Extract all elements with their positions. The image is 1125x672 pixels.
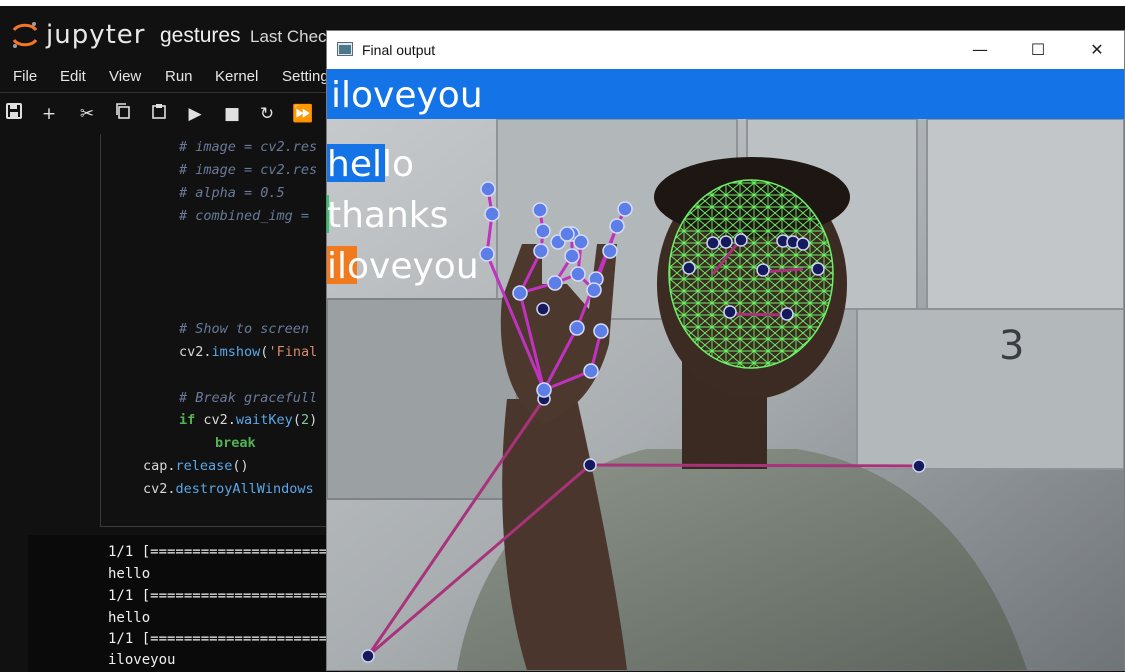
- code-line: cv2.destroyAllWindows: [143, 481, 314, 497]
- code-line: # image = cv2.res: [179, 162, 318, 178]
- jupyter-logo-text: jupyter: [46, 20, 146, 50]
- close-icon[interactable]: ✕: [1085, 39, 1109, 61]
- code-line: # Show to screen: [179, 321, 310, 337]
- locker-door: [856, 308, 1124, 470]
- code-line: # combined_img =: [179, 208, 318, 224]
- run-icon[interactable]: ▶: [183, 102, 207, 126]
- window-title: Final output: [362, 42, 436, 58]
- locker-door: [926, 118, 1124, 310]
- code-cell[interactable]: # image = cv2.res # image = cv2.res # al…: [100, 134, 361, 527]
- menu-edit[interactable]: Edit: [60, 68, 86, 85]
- output-line: 1/1 [=====================: [108, 631, 328, 647]
- output-line: hello: [108, 566, 151, 582]
- output-line: hello: [108, 610, 151, 626]
- action-label-thanks: thanks: [327, 195, 448, 236]
- code-line: # image = cv2.res: [179, 139, 318, 155]
- output-line: 1/1 [=====================: [108, 544, 328, 560]
- face-mesh: [668, 179, 834, 369]
- clipboard-icon[interactable]: [147, 102, 171, 126]
- output-line: 1/1 [=====================: [108, 588, 328, 604]
- final-output-window[interactable]: Final output — ☐ ✕ 3 iloveyou hello than…: [326, 30, 1125, 671]
- copy-icon[interactable]: [111, 102, 135, 126]
- scissors-icon[interactable]: ✂: [75, 102, 99, 126]
- menu-kernel[interactable]: Kernel: [215, 68, 258, 85]
- menu-view[interactable]: View: [109, 68, 141, 85]
- video-frame: 3 iloveyou hello thanks iloveyou: [327, 69, 1124, 670]
- cell-output: 1/1 [===================== hello 1/1 [==…: [28, 535, 338, 672]
- jupyter-logo-icon[interactable]: [10, 20, 40, 50]
- locker-door: [327, 298, 518, 500]
- code-line: # Break gracefull: [179, 390, 318, 406]
- locker-number: 3: [999, 323, 1024, 369]
- sentence-text: iloveyou: [331, 75, 483, 116]
- code-line: cap.release(): [143, 458, 249, 474]
- save-icon[interactable]: [2, 102, 26, 126]
- code-line: cv2.imshow('Final: [179, 344, 318, 360]
- video-canvas: 3 iloveyou hello thanks iloveyou: [327, 69, 1124, 670]
- restart-icon[interactable]: ↻: [255, 102, 279, 126]
- code-line: break: [215, 435, 256, 451]
- window-app-icon: [337, 42, 353, 56]
- window-titlebar[interactable]: Final output — ☐ ✕: [327, 31, 1124, 69]
- maximize-icon[interactable]: ☐: [1026, 39, 1050, 61]
- code-line: if cv2.waitKey(2): [179, 412, 318, 428]
- stop-icon[interactable]: ■: [220, 102, 244, 126]
- minimize-icon[interactable]: —: [968, 39, 992, 61]
- code-line: # alpha = 0.5: [179, 185, 285, 201]
- action-label-iloveyou: iloveyou: [327, 246, 479, 287]
- output-line: iloveyou: [108, 652, 176, 668]
- notebook-title[interactable]: gestures: [160, 24, 241, 48]
- menu-file[interactable]: File: [13, 68, 37, 85]
- menu-run[interactable]: Run: [165, 68, 193, 85]
- action-label-hello: hello: [327, 144, 414, 185]
- plus-icon[interactable]: +: [37, 102, 61, 126]
- fast-forward-icon[interactable]: ⏩: [291, 102, 315, 126]
